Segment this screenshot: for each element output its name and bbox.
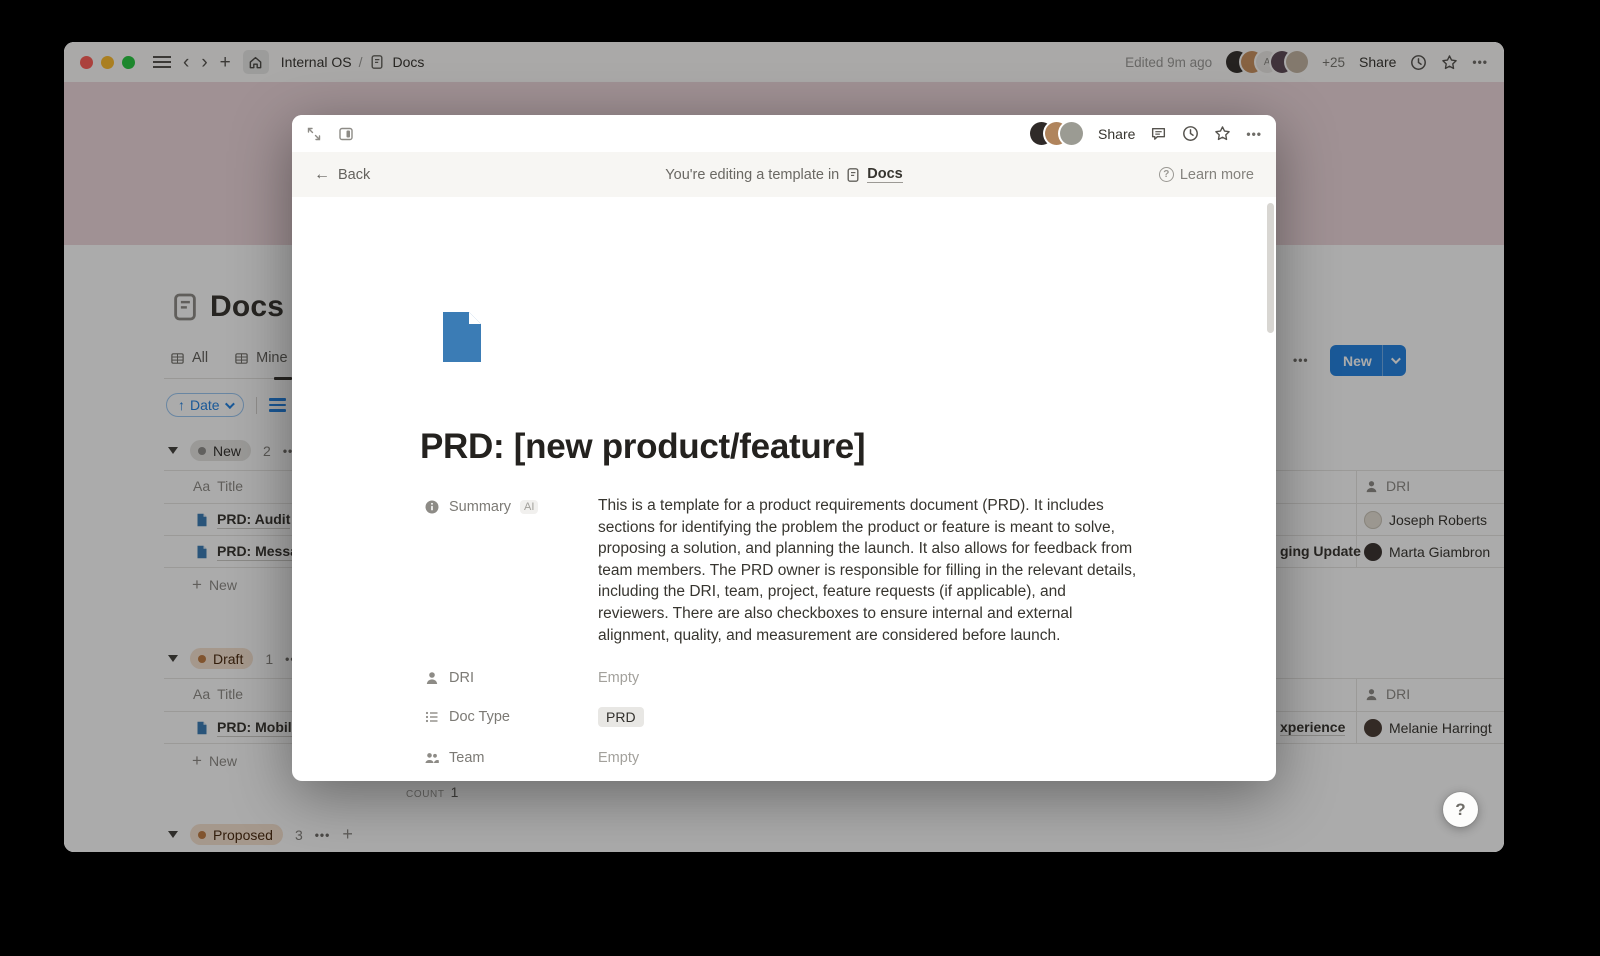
- learn-more-button[interactable]: ? Learn more: [1159, 167, 1254, 183]
- notion-window: ‹ › + Internal OS / Docs Edited 9m ago A: [64, 42, 1504, 852]
- more-options-icon[interactable]: •••: [1246, 127, 1262, 141]
- dri-value[interactable]: Empty: [598, 666, 639, 690]
- ai-badge: AI: [520, 500, 538, 514]
- template-page-icon[interactable]: [437, 310, 487, 364]
- property-label: Doc Type: [449, 709, 510, 725]
- doc-type-tag[interactable]: PRD: [598, 707, 644, 727]
- back-label: Back: [338, 167, 370, 183]
- property-label: DRI: [449, 670, 474, 686]
- help-button[interactable]: ?: [1443, 792, 1478, 827]
- avatar: [1060, 122, 1083, 145]
- doc-type-value[interactable]: PRD: [598, 705, 644, 729]
- team-value[interactable]: Empty: [598, 746, 639, 770]
- blue-page-icon: [437, 310, 487, 364]
- property-label: Summary: [449, 499, 511, 515]
- summary-value[interactable]: This is a template for a product require…: [598, 495, 1138, 646]
- property-summary[interactable]: Summary AI: [424, 495, 538, 519]
- modal-share-button[interactable]: Share: [1098, 126, 1135, 142]
- info-icon: [424, 499, 440, 515]
- banner-database-link[interactable]: Docs: [867, 166, 902, 183]
- expand-icon[interactable]: [306, 126, 322, 142]
- favorite-star-icon[interactable]: [1214, 125, 1231, 142]
- modal-collaborator-avatars[interactable]: [1030, 122, 1083, 145]
- banner-message: You're editing a template in Docs: [292, 166, 1276, 183]
- person-icon: [424, 670, 440, 686]
- history-clock-icon[interactable]: [1182, 125, 1199, 142]
- template-title[interactable]: PRD: [new product/feature]: [420, 427, 865, 467]
- template-editor-modal: Share ••• ← Back You're editing a templa…: [292, 115, 1276, 781]
- help-circle-icon: ?: [1159, 167, 1174, 182]
- bulleted-list-icon: [424, 709, 440, 725]
- template-banner: ← Back You're editing a template in Docs…: [292, 152, 1276, 197]
- modal-header-actions: Share •••: [1030, 122, 1262, 145]
- screen: ‹ › + Internal OS / Docs Edited 9m ago A: [0, 0, 1600, 956]
- side-peek-icon[interactable]: [338, 126, 354, 142]
- comments-icon[interactable]: [1150, 125, 1167, 142]
- property-label: Team: [449, 750, 484, 766]
- people-icon: [424, 750, 440, 766]
- doc-icon: [845, 167, 861, 183]
- property-dri[interactable]: DRI: [424, 666, 474, 690]
- back-button[interactable]: ← Back: [314, 166, 370, 184]
- property-team[interactable]: Team: [424, 746, 484, 770]
- left-arrow-icon: ←: [314, 166, 330, 184]
- property-doc-type[interactable]: Doc Type: [424, 705, 510, 729]
- banner-text: You're editing a template in: [665, 167, 839, 183]
- modal-scrollbar[interactable]: [1267, 203, 1274, 333]
- modal-header: Share •••: [292, 115, 1276, 152]
- learn-more-label: Learn more: [1180, 167, 1254, 183]
